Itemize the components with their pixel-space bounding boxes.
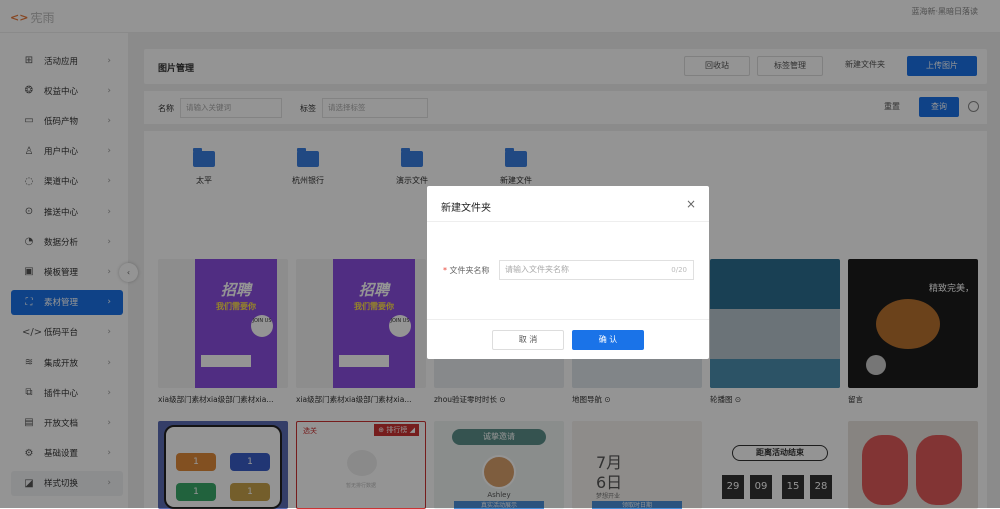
divider: [427, 319, 709, 320]
cancel-button[interactable]: 取 消: [492, 330, 564, 350]
required-mark: *: [443, 266, 447, 275]
new-folder-dialog: 新建文件夹 × * 文件夹名称 请输入文件夹名称 0/20 取 消 确 认: [427, 186, 709, 359]
folder-name-label-text: 文件夹名称: [449, 266, 490, 275]
folder-name-input[interactable]: 请输入文件夹名称 0/20: [499, 260, 694, 280]
divider: [427, 221, 709, 222]
close-icon[interactable]: ×: [686, 197, 696, 211]
folder-name-placeholder: 请输入文件夹名称: [505, 265, 569, 274]
folder-name-label: * 文件夹名称: [443, 265, 490, 276]
dialog-title: 新建文件夹: [441, 203, 491, 214]
char-counter: 0/20: [671, 266, 687, 274]
confirm-button[interactable]: 确 认: [572, 330, 644, 350]
